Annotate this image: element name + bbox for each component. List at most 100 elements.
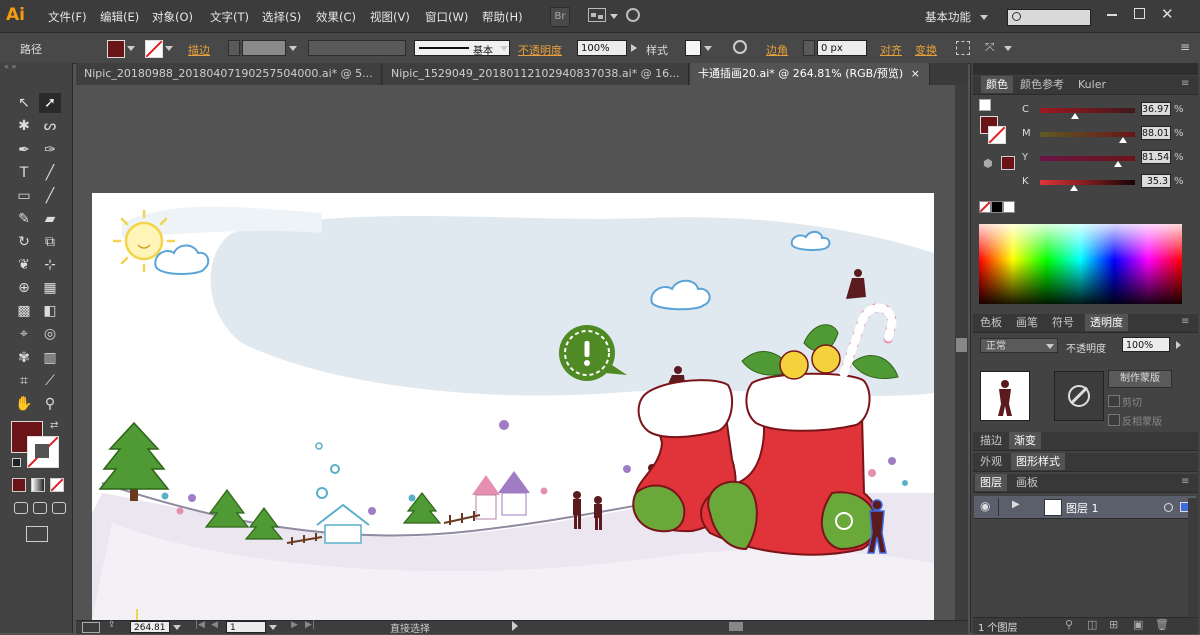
artboard-nav-icon[interactable] [82, 622, 100, 633]
clip-checkbox[interactable] [1108, 395, 1120, 407]
channel-m-value[interactable]: 88.01 [1141, 126, 1171, 140]
workspace-caret-icon[interactable] [980, 15, 988, 20]
fill-swatch[interactable] [107, 40, 125, 58]
transform-caret-icon[interactable] [1004, 46, 1012, 51]
slice-tool-icon[interactable]: ⟋ [39, 371, 61, 391]
panel-menu-icon[interactable]: ≡ [1181, 316, 1189, 327]
tab-appearance[interactable]: 外观 [975, 453, 1007, 470]
transform-each-icon[interactable]: ⤧ [985, 40, 995, 55]
gradient-mode-icon[interactable] [31, 478, 45, 492]
document-tab-2[interactable]: Nipic_1529049_20180112102940837038.ai* @… [383, 63, 689, 85]
opacity-arrow-icon[interactable] [631, 44, 637, 52]
blend-mode-caret-icon[interactable] [1046, 344, 1054, 349]
channel-k-value[interactable]: 35.3 [1141, 174, 1171, 188]
bridge-button[interactable]: Br [550, 7, 570, 27]
layer-row[interactable]: ◉ ▶ 图层 1 [974, 496, 1196, 519]
tab-close-icon[interactable]: × [687, 67, 688, 80]
tab-brushes[interactable]: 画笔 [1011, 314, 1043, 331]
corner-label[interactable]: 边角 [766, 42, 788, 58]
stroke-caret-icon[interactable] [165, 46, 173, 51]
new-layer-icon[interactable]: ▣ [1133, 618, 1143, 631]
tab-close-icon[interactable]: × [911, 67, 920, 80]
magic-wand-tool-icon[interactable]: ✱ [13, 116, 35, 136]
last-artboard-icon[interactable]: ▶| [305, 620, 315, 630]
none-color-swatch[interactable] [979, 201, 991, 213]
mesh-tool-icon[interactable]: ▩ [13, 301, 35, 321]
channel-c-thumb[interactable] [1071, 113, 1079, 119]
illustration-artwork[interactable] [92, 193, 934, 620]
tab-gradient[interactable]: 渐变 [1009, 432, 1041, 449]
panel-dock-header[interactable] [973, 63, 1198, 75]
make-mask-button[interactable]: 制作蒙版 [1108, 370, 1172, 388]
variable-width-profile[interactable] [308, 40, 406, 56]
arrange-caret-icon[interactable] [610, 14, 618, 19]
pencil-tool-icon[interactable]: ✎ [13, 209, 35, 229]
tab-transparency[interactable]: 透明度 [1085, 314, 1128, 331]
layer-name[interactable]: 图层 1 [1066, 500, 1099, 516]
corner-radius-input[interactable]: 0 px [817, 40, 867, 56]
close-window-icon[interactable]: ✕ [1161, 5, 1174, 23]
scroll-thumb[interactable] [956, 338, 967, 352]
opacity-input[interactable]: 100% [577, 40, 627, 56]
h-scroll-thumb[interactable] [729, 622, 743, 631]
document-tab-1[interactable]: Nipic_20180988_20180407190257504000.ai* … [76, 63, 382, 85]
rotate-tool-icon[interactable]: ↻ [13, 232, 35, 252]
panel-menu-icon[interactable]: ≡ [1181, 476, 1189, 487]
workspace-switcher[interactable]: 基本功能 [925, 9, 971, 25]
warp-tool-icon[interactable]: ❦ [13, 255, 35, 275]
gamut-swatch[interactable] [1001, 156, 1015, 170]
tab-color-guide[interactable]: 颜色参考 [1015, 76, 1069, 93]
delete-layer-icon[interactable]: 🗑 [1155, 618, 1169, 631]
menu-edit[interactable]: 编辑(E) [100, 9, 139, 25]
channel-m-thumb[interactable] [1119, 137, 1127, 143]
artboard-number-input[interactable]: 1 [226, 621, 266, 633]
toolbox-collapse-icon[interactable]: « » [4, 63, 66, 71]
fill-caret-icon[interactable] [127, 46, 135, 51]
locate-object-icon[interactable]: ⚲ [1065, 618, 1073, 631]
mask-thumbnail[interactable] [1054, 371, 1104, 421]
menu-help[interactable]: 帮助(H) [482, 9, 523, 25]
channel-c-slider[interactable] [1040, 108, 1135, 113]
draw-normal-icon[interactable] [14, 502, 28, 514]
artboard-tool-icon[interactable]: ⌗ [13, 371, 35, 391]
draw-inside-icon[interactable] [52, 502, 66, 514]
perspective-grid-tool-icon[interactable]: ▦ [39, 278, 61, 298]
channel-c-value[interactable]: 36.97 [1141, 102, 1171, 116]
tab-swatches[interactable]: 色板 [975, 314, 1007, 331]
stroke-swatch[interactable] [145, 40, 163, 58]
corner-stepper[interactable] [803, 40, 815, 56]
document-tab-3[interactable]: 卡通插画20.ai* @ 264.81% (RGB/预览) × [690, 63, 930, 85]
channel-k-thumb[interactable] [1070, 185, 1078, 191]
channel-k-slider[interactable] [1040, 180, 1135, 185]
artboard[interactable] [92, 193, 934, 620]
artboard-caret-icon[interactable] [269, 625, 277, 630]
menu-view[interactable]: 视图(V) [370, 9, 410, 25]
white-swatch[interactable] [1003, 201, 1015, 213]
stroke-weight-input[interactable] [242, 40, 286, 56]
isolate-group-icon[interactable] [956, 41, 970, 55]
paintbrush-tool-icon[interactable]: ╱ [39, 186, 61, 206]
tab-stroke[interactable]: 描边 [975, 432, 1007, 449]
color-spectrum[interactable] [979, 224, 1182, 304]
tab-symbols[interactable]: 符号 [1047, 314, 1079, 331]
scale-tool-icon[interactable]: ⧉ [39, 232, 61, 252]
zoom-caret-icon[interactable] [173, 625, 181, 630]
minimize-icon[interactable] [1107, 14, 1117, 16]
control-menu-icon[interactable]: ≡ [1180, 40, 1190, 54]
panel-stroke-swatch[interactable] [988, 126, 1006, 144]
tab-graphic-styles[interactable]: 图形样式 [1011, 453, 1065, 470]
tab-kuler[interactable]: Kuler [1073, 76, 1111, 93]
gpu-performance-icon[interactable] [626, 8, 640, 22]
opacity-label[interactable]: 不透明度 [518, 42, 562, 58]
menu-object[interactable]: 对象(O) [152, 9, 193, 25]
new-sublayer-icon[interactable]: ⊞ [1109, 618, 1118, 631]
menu-window[interactable]: 窗口(W) [425, 9, 468, 25]
stroke-weight-caret-icon[interactable] [289, 46, 297, 51]
make-clipping-mask-icon[interactable]: ◫ [1087, 618, 1097, 631]
status-menu-icon[interactable] [512, 621, 518, 631]
brush-caret-icon[interactable] [500, 46, 508, 51]
tab-color[interactable]: 颜色 [981, 76, 1013, 93]
draw-behind-icon[interactable] [33, 502, 47, 514]
curvature-tool-icon[interactable]: ✑ [39, 140, 61, 160]
layers-scrollbar[interactable] [1188, 498, 1198, 618]
